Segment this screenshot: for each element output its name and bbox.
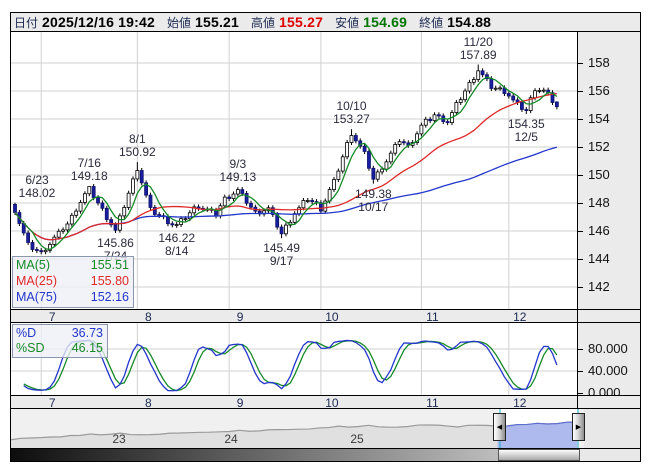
low-value: 154.69 [363,14,407,30]
price-axis-tick [578,231,583,232]
year-label: 23 [112,432,125,446]
month-label: 8 [145,396,152,410]
price-axis-label: 154 [588,111,610,126]
month-label: 9 [237,310,244,324]
stock-chart-widget: 日付 2025/12/16 19:42 始値 155.21 高値 155.27 … [10,12,641,462]
ma5-legend-row: MA(5)155.51 [16,258,129,274]
high-value: 155.27 [279,14,323,30]
axis-divider [577,310,578,322]
ma25-legend-row: MA(25)155.80 [16,274,129,290]
price-axis-label: 150 [588,167,610,182]
price-axis-tick [578,203,583,204]
price-axis-tick [578,259,583,260]
month-label: 10 [325,396,338,410]
oscillator-axis-label: 80.000 [588,341,628,356]
navigator-canvas [11,409,640,448]
price-axis-tick [578,287,583,288]
swing-annotation: 146.228/14 [158,232,195,258]
month-label: 9 [237,396,244,410]
open-label: 始値 [167,14,191,31]
swing-annotation: 7/16149.18 [71,157,108,183]
selection-left-handle[interactable]: ◀ [493,413,506,441]
close-value: 154.88 [447,14,491,30]
main-chart-region: 6/23148.027/16149.18145.867/248/1150.921… [11,32,640,309]
month-label: 12 [513,310,526,324]
oscillator-axis: 80.00040.0000.000 [577,323,640,395]
month-label: 11 [426,396,438,410]
price-axis-label: 148 [588,195,610,210]
selection-right-handle[interactable]: ▶ [572,413,585,441]
ma-legend: MA(5)155.51 MA(25)155.80 MA(75)152.16 [12,256,134,308]
month-label: 11 [426,310,438,324]
oscillator-axis-tick [578,349,583,350]
oscillator-region: 80.00040.0000.000 %D36.73 %SD46.15 [11,323,640,395]
price-axis-label: 156 [588,83,610,98]
high-label: 高値 [251,14,275,31]
range-navigator[interactable]: 23 24 25 ◀ ▶ [11,409,640,448]
close-label: 終値 [419,14,443,31]
price-axis: 158 156 154 152 150 148 146 144 142 [577,32,640,309]
x-axis-strip-top: 7 8 9 10 11 12 [11,309,640,323]
x-axis-strip-bottom: 7 8 9 10 11 12 [11,395,640,409]
date-label: 日付 [14,14,38,31]
price-axis-tick [578,175,583,176]
month-label: 12 [513,396,526,410]
swing-annotation: 149.3810/17 [355,188,392,214]
oscillator-axis-tick [578,393,583,394]
price-axis-label: 146 [588,223,610,238]
swing-annotation: 11/20157.89 [460,36,497,62]
month-label: 7 [49,310,56,324]
pctd-legend-row: %D36.73 [16,326,103,341]
price-axis-tick [578,119,583,120]
scroll-right-icon: ▶ [576,423,581,431]
axis-divider [577,396,578,408]
scrollbar-thumb[interactable] [498,449,580,461]
date-value: 2025/12/16 19:42 [42,14,155,30]
scrollbar-track-right[interactable] [580,449,640,461]
ma75-legend-row: MA(75)152.16 [16,290,129,306]
oscillator-axis-label: 40.000 [588,363,628,378]
swing-annotation: 9/3149.13 [220,158,257,184]
swing-annotation: 154.3512/5 [508,118,545,144]
month-label: 10 [325,310,338,324]
price-axis-label: 142 [588,279,610,294]
oscillator-axis-tick [578,371,583,372]
horizontal-scrollbar[interactable] [11,448,640,461]
open-value: 155.21 [195,14,239,30]
swing-annotation: 145.499/17 [263,242,300,268]
low-label: 安値 [335,14,359,31]
scroll-left-icon: ◀ [497,423,502,431]
price-axis-tick [578,91,583,92]
price-axis-tick [578,63,583,64]
year-label: 25 [350,432,363,446]
scrollbar-track-left[interactable] [11,449,498,461]
price-axis-tick [578,147,583,148]
month-label: 7 [49,396,56,410]
ohlc-header: 日付 2025/12/16 19:42 始値 155.21 高値 155.27 … [11,13,640,32]
year-label: 24 [224,432,237,446]
price-axis-label: 158 [588,55,610,70]
pctsd-legend-row: %SD46.15 [16,341,103,356]
swing-annotation: 8/1150.92 [119,133,156,159]
stochastic-legend: %D36.73 %SD46.15 [12,324,108,358]
price-axis-label: 144 [588,251,610,266]
month-label: 8 [145,310,152,324]
stock-chart-app: 日付 2025/12/16 19:42 始値 155.21 高値 155.27 … [0,0,653,470]
swing-annotation: 6/23148.02 [19,174,56,200]
swing-annotation: 10/10153.27 [333,100,370,126]
price-axis-label: 152 [588,139,610,154]
